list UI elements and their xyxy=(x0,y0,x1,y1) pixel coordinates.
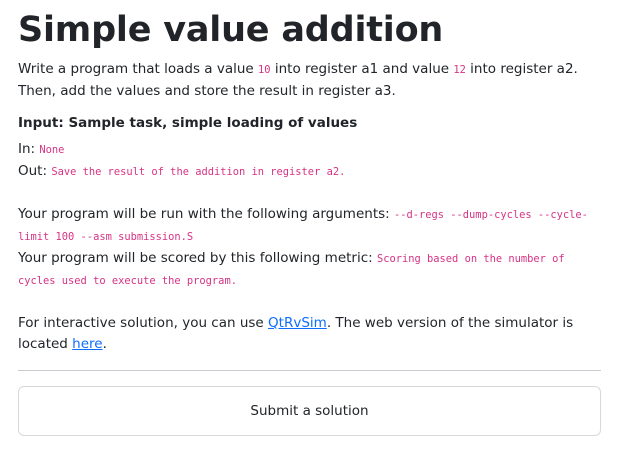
run-info: Your program will be run with the follow… xyxy=(18,204,601,292)
interactive-text: . xyxy=(102,336,107,352)
page-title: Simple value addition xyxy=(18,10,444,50)
task-page: Simple value addition Write a program th… xyxy=(0,0,620,436)
arguments-label: Your program will be run with the follow… xyxy=(18,206,394,222)
value2-code: 12 xyxy=(453,64,466,76)
interactive-info: For interactive solution, you can use Qt… xyxy=(18,313,601,355)
value1-code: 10 xyxy=(258,64,271,76)
out-value: Save the result of the addition in regis… xyxy=(51,166,346,178)
out-label: Out: xyxy=(18,163,52,179)
description-text: Write a program that loads a value xyxy=(18,61,259,77)
metric-label: Your program will be scored by this foll… xyxy=(18,250,377,266)
in-value: None xyxy=(39,144,65,156)
submit-solution-button[interactable]: Submit a solution xyxy=(18,386,601,436)
qtrvsim-link[interactable]: QtRvSim xyxy=(268,315,327,331)
divider xyxy=(18,370,601,371)
task-description: Write a program that loads a value 10 in… xyxy=(18,59,601,102)
io-block: In: None Out: Save the result of the addi… xyxy=(18,139,601,183)
interactive-text: For interactive solution, you can use xyxy=(18,315,269,331)
description-text: into register a1 and value xyxy=(270,61,454,77)
simulator-web-link[interactable]: here xyxy=(72,336,102,352)
input-heading: Input: Sample task, simple loading of va… xyxy=(18,115,358,131)
in-label: In: xyxy=(18,141,40,157)
